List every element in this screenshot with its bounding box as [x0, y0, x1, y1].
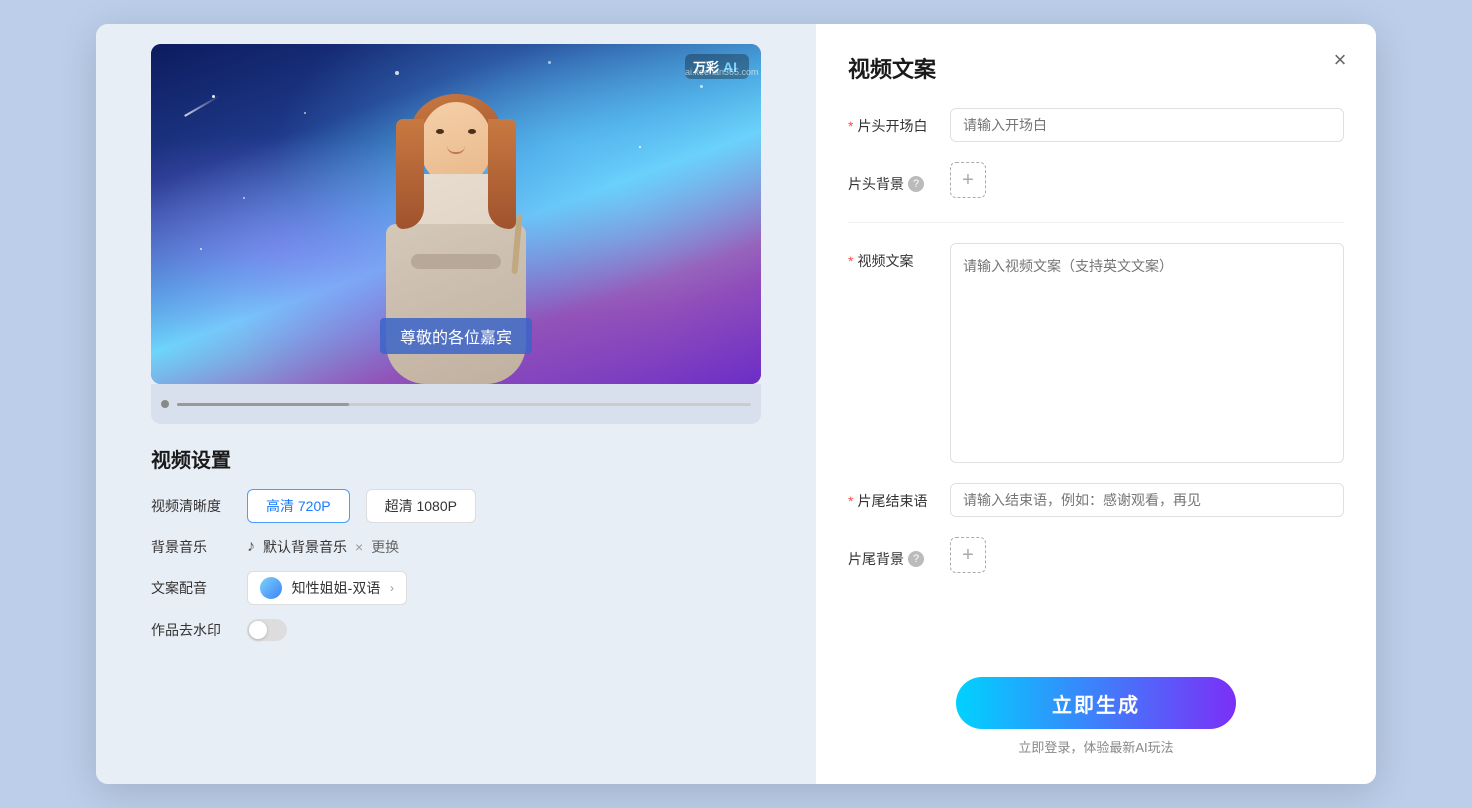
generate-hint: 立即登录，体验最新AI玩法 [1018, 737, 1173, 756]
header-bg-field-row: 片头背景 ? + [848, 162, 1344, 198]
opening-label: * 片头开场白 [848, 108, 938, 136]
music-name: 默认背景音乐 [263, 537, 347, 557]
quality-setting-row: 视频清晰度 高清 720P 超清 1080P [151, 489, 761, 523]
watermark: 万彩 AI ai.keehan365.com [685, 54, 749, 79]
header-bg-add-button[interactable]: + [950, 162, 986, 198]
footer-bg-label: 片尾背景 ? [848, 541, 938, 569]
opening-label-text: 片头开场白 [857, 116, 927, 136]
toggle-knob [249, 621, 267, 639]
modal-dialog: 万彩 AI ai.keehan365.com 尊敬的各位嘉宾 [96, 24, 1376, 784]
required-star-opening: * [848, 118, 853, 134]
quality-1080p-button[interactable]: 超清 1080P [366, 489, 476, 523]
left-panel: 万彩 AI ai.keehan365.com 尊敬的各位嘉宾 [96, 24, 816, 784]
generate-button[interactable]: 立即生成 [956, 677, 1236, 729]
watermark-url: ai.keehan365.com [685, 67, 749, 77]
closing-input[interactable] [950, 483, 1344, 517]
header-bg-help-icon[interactable]: ? [908, 176, 924, 192]
opening-input[interactable] [950, 108, 1344, 142]
voice-avatar-icon [260, 577, 282, 599]
quality-720p-button[interactable]: 高清 720P [247, 489, 350, 523]
progress-bar[interactable] [177, 403, 751, 406]
required-star-closing: * [848, 493, 853, 509]
video-copy-field-row: * 视频文案 [848, 243, 1344, 463]
video-copy-label: * 视频文案 [848, 243, 938, 271]
music-label: 背景音乐 [151, 537, 231, 557]
closing-label: * 片尾结束语 [848, 483, 938, 511]
header-bg-label-text: 片头背景 [848, 174, 904, 194]
music-change-button[interactable]: 更换 [371, 537, 399, 557]
voice-setting-row: 文案配音 知性姐姐-双语 › [151, 571, 761, 605]
closing-label-text: 片尾结束语 [857, 491, 927, 511]
quality-label: 视频清晰度 [151, 496, 231, 516]
watermark-toggle[interactable] [247, 619, 287, 641]
divider-1 [848, 222, 1344, 223]
footer-bg-field-row: 片尾背景 ? + [848, 537, 1344, 573]
close-button[interactable]: × [1324, 44, 1356, 76]
music-info: ♪ 默认背景音乐 × 更换 [247, 537, 399, 557]
subtitle-bar: 尊敬的各位嘉宾 [380, 318, 532, 354]
voice-selector[interactable]: 知性姐姐-双语 › [247, 571, 407, 605]
video-copy-textarea[interactable] [950, 243, 1344, 463]
video-copy-label-text: 视频文案 [857, 251, 913, 271]
generate-section: 立即生成 立即登录，体验最新AI玩法 [848, 661, 1344, 756]
subtitle-text: 尊敬的各位嘉宾 [400, 330, 512, 347]
closing-field-row: * 片尾结束语 [848, 483, 1344, 517]
right-panel: × 视频文案 * 片头开场白 片头背景 ? + [816, 24, 1376, 784]
video-controls-bar [151, 384, 761, 424]
play-icon[interactable] [161, 400, 169, 408]
watermark-setting-row: 作品去水印 [151, 619, 761, 641]
footer-bg-add-button[interactable]: + [950, 537, 986, 573]
header-bg-label: 片头背景 ? [848, 166, 938, 194]
footer-bg-help-icon[interactable]: ? [908, 551, 924, 567]
footer-bg-label-text: 片尾背景 [848, 549, 904, 569]
settings-title: 视频设置 [151, 444, 761, 473]
watermark-toggle-label: 作品去水印 [151, 620, 231, 640]
modal-overlay: 万彩 AI ai.keehan365.com 尊敬的各位嘉宾 [0, 0, 1472, 808]
music-remove-button[interactable]: × [355, 539, 363, 555]
voice-name: 知性姐姐-双语 [292, 578, 381, 598]
opening-field-row: * 片头开场白 [848, 108, 1344, 142]
music-setting-row: 背景音乐 ♪ 默认背景音乐 × 更换 [151, 537, 761, 557]
settings-section: 视频设置 视频清晰度 高清 720P 超清 1080P 背景音乐 ♪ 默认背景音… [151, 444, 761, 655]
required-star-copy: * [848, 253, 853, 269]
music-icon: ♪ [247, 538, 255, 556]
voice-label: 文案配音 [151, 578, 231, 598]
video-preview: 万彩 AI ai.keehan365.com 尊敬的各位嘉宾 [151, 44, 761, 384]
voice-chevron-icon: › [390, 581, 394, 595]
panel-title: 视频文案 [848, 52, 1344, 84]
